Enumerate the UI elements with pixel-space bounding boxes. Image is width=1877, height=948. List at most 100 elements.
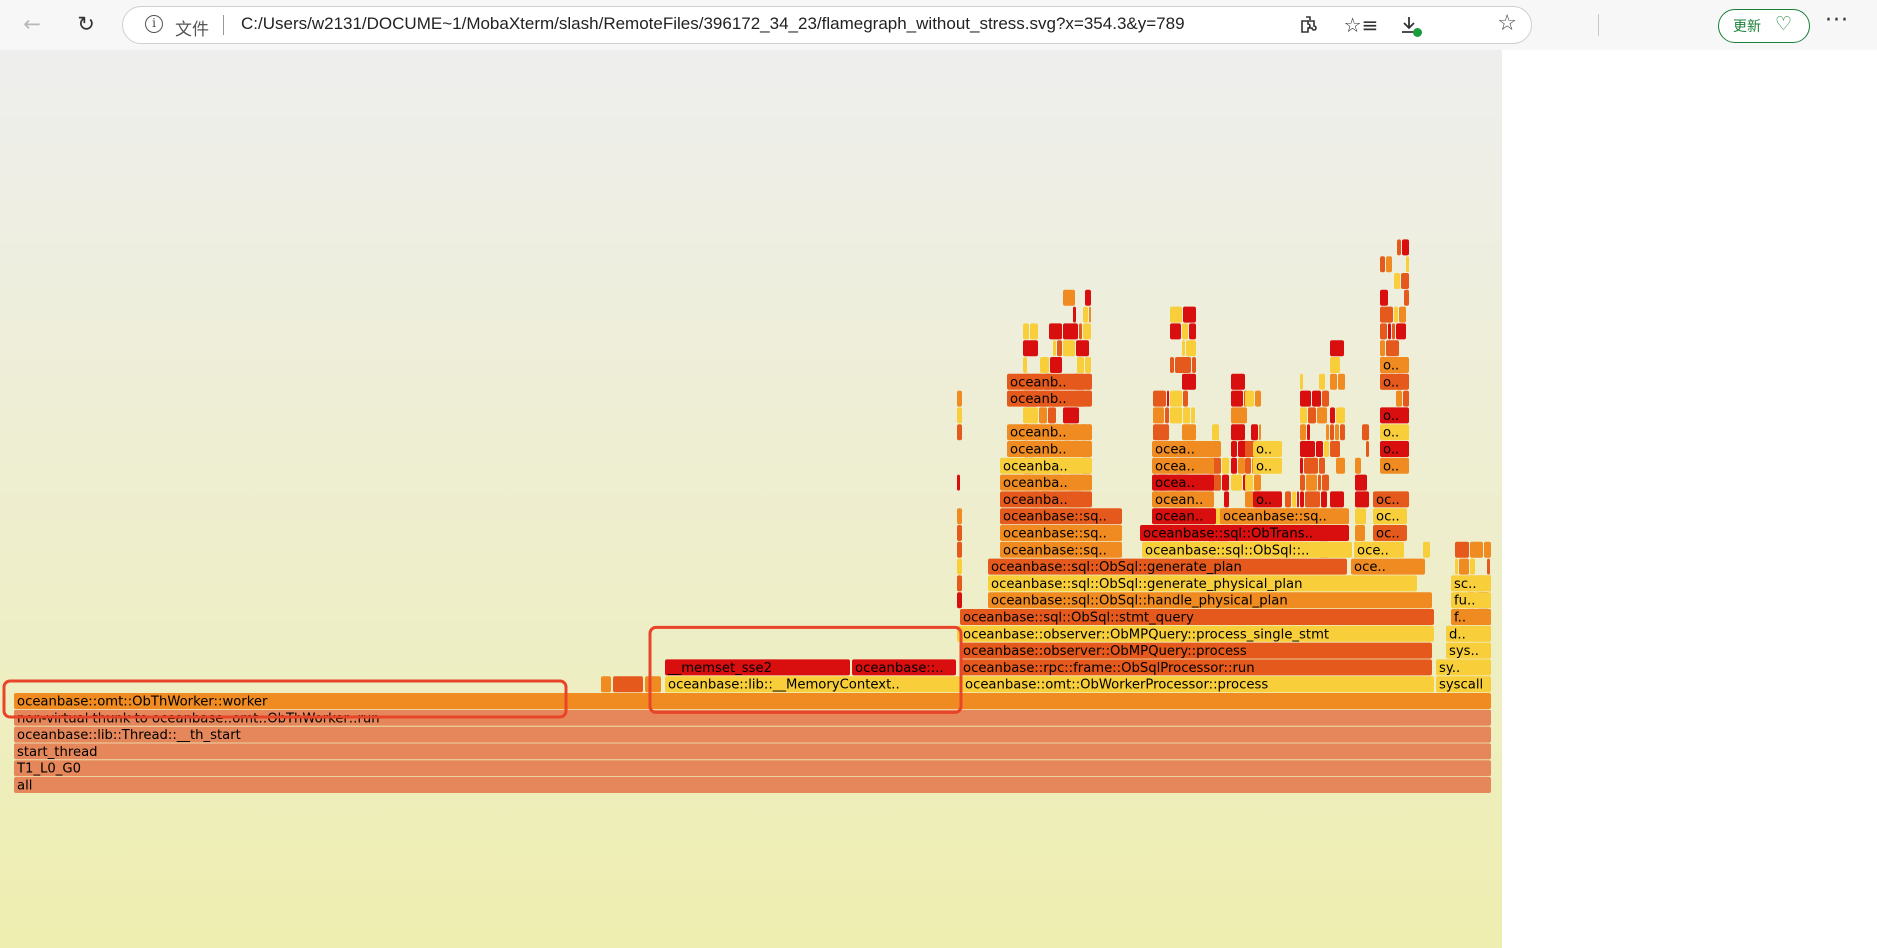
flame-frame[interactable] (1470, 541, 1483, 558)
flame-frame[interactable] (1484, 541, 1491, 558)
flame-frame[interactable] (1396, 390, 1402, 407)
flame-frame[interactable] (1330, 491, 1344, 508)
flame-frame[interactable] (1322, 474, 1329, 491)
extensions-icon[interactable] (1294, 10, 1324, 40)
flame-frame[interactable] (1077, 357, 1084, 373)
flame-frame[interactable] (613, 676, 643, 693)
flame-frame[interactable] (1083, 323, 1091, 340)
flame-frame[interactable] (1338, 373, 1345, 390)
flame-frame[interactable] (1191, 407, 1195, 424)
flame-frame[interactable] (1222, 457, 1229, 474)
flame-frame[interactable] (1330, 340, 1344, 357)
flame-frame[interactable] (1183, 390, 1188, 407)
flame-frame[interactable] (1167, 390, 1169, 407)
flame-frame[interactable] (1317, 407, 1327, 424)
flame-frame[interactable] (1392, 323, 1395, 340)
flame-frame[interactable] (1076, 340, 1089, 357)
flame-frame[interactable] (1394, 273, 1400, 289)
flame-frame[interactable] (1300, 390, 1311, 407)
flame-frame[interactable] (1192, 357, 1196, 373)
flame-frame[interactable] (1326, 424, 1329, 441)
flame-frame[interactable] (1039, 407, 1047, 424)
flame-frame[interactable] (1238, 457, 1245, 474)
flame-frame[interactable] (1307, 424, 1310, 441)
flame-frame[interactable] (1306, 474, 1317, 491)
flame-frame[interactable] (1153, 390, 1166, 407)
flame-frame[interactable] (1470, 558, 1475, 575)
flame-frame[interactable] (957, 474, 960, 491)
flame-frame[interactable] (1487, 558, 1490, 575)
flame-frame[interactable] (1212, 424, 1219, 441)
flame-frame[interactable] (1079, 323, 1082, 340)
flame-frame[interactable] (1300, 457, 1303, 474)
flame-frame[interactable] (1305, 491, 1320, 508)
more-icon[interactable]: ··· (1825, 8, 1849, 33)
flame-frame[interactable] (1394, 306, 1398, 323)
flame-frame[interactable] (1251, 424, 1258, 441)
flame-frame[interactable] (1380, 323, 1387, 340)
flame-frame[interactable] (1231, 373, 1245, 390)
flame-frame[interactable] (1423, 541, 1430, 558)
flame-frame[interactable] (1319, 457, 1325, 474)
flame-frame[interactable] (1300, 407, 1307, 424)
flame-frame[interactable] (1321, 491, 1327, 508)
flame-frame[interactable] (1380, 306, 1393, 323)
flame-frame[interactable] (1153, 407, 1164, 424)
flame-frame[interactable] (1040, 357, 1049, 373)
flame-frame[interactable] (1324, 441, 1329, 457)
flame-frame[interactable] (1362, 424, 1369, 441)
flame-frame[interactable] (14, 743, 1491, 760)
favorite-star-icon[interactable]: ☆ (1497, 11, 1517, 36)
flame-frame[interactable] (1231, 424, 1245, 441)
flame-frame[interactable] (1023, 407, 1038, 424)
download-icon[interactable] (1394, 10, 1424, 40)
flame-frame[interactable] (1050, 357, 1062, 373)
flame-frame[interactable] (1023, 323, 1029, 340)
flame-frame[interactable] (1336, 457, 1345, 474)
flame-frame[interactable] (1322, 390, 1329, 407)
flame-frame[interactable] (1401, 273, 1409, 289)
flame-frame[interactable] (1245, 457, 1251, 474)
flame-frame[interactable] (957, 508, 962, 525)
flame-frame[interactable] (1308, 407, 1316, 424)
flame-frame[interactable] (1231, 457, 1237, 474)
flame-frame[interactable] (1386, 340, 1399, 357)
flame-frame[interactable] (1231, 390, 1243, 407)
flame-frame[interactable] (1186, 340, 1196, 357)
flame-frame[interactable] (1085, 289, 1091, 306)
flame-frame[interactable] (1153, 424, 1169, 441)
flame-frame[interactable] (1335, 424, 1339, 441)
flame-frame[interactable] (1063, 407, 1079, 424)
flame-frame[interactable] (1300, 441, 1315, 457)
flame-frame[interactable] (1245, 474, 1253, 491)
flame-frame[interactable] (14, 760, 1491, 777)
flame-frame[interactable] (1182, 424, 1196, 441)
flame-frame[interactable] (1459, 558, 1469, 575)
back-arrow-icon[interactable]: ← (16, 8, 48, 40)
flame-frame[interactable] (1183, 306, 1196, 323)
flame-frame[interactable] (645, 676, 661, 693)
flame-frame[interactable] (1254, 474, 1261, 491)
update-button[interactable]: 更新 ♡ (1718, 9, 1810, 43)
flame-frame[interactable] (1319, 373, 1325, 390)
flame-frame[interactable] (1304, 457, 1318, 474)
flame-frame[interactable] (1170, 407, 1182, 424)
flame-frame[interactable] (957, 558, 962, 575)
favorites-icon[interactable]: ☆≡ (1344, 10, 1379, 40)
flame-frame[interactable] (601, 676, 611, 693)
flame-frame[interactable] (1403, 390, 1409, 407)
flame-frame[interactable] (957, 390, 962, 407)
reload-icon[interactable]: ↻ (70, 8, 102, 40)
flame-frame[interactable] (1292, 491, 1296, 508)
flame-frame[interactable] (1355, 474, 1367, 491)
flame-frame[interactable] (1048, 407, 1056, 424)
flame-frame[interactable] (1063, 289, 1075, 306)
info-icon[interactable]: i (145, 15, 163, 33)
flame-frame[interactable] (1063, 323, 1078, 340)
flame-frame[interactable] (1404, 289, 1409, 306)
flame-frame[interactable] (1300, 373, 1303, 390)
flame-frame[interactable] (1165, 407, 1169, 424)
flame-frame[interactable] (1355, 525, 1365, 541)
flame-frame[interactable] (1222, 474, 1229, 491)
flame-frame[interactable] (1300, 474, 1305, 491)
